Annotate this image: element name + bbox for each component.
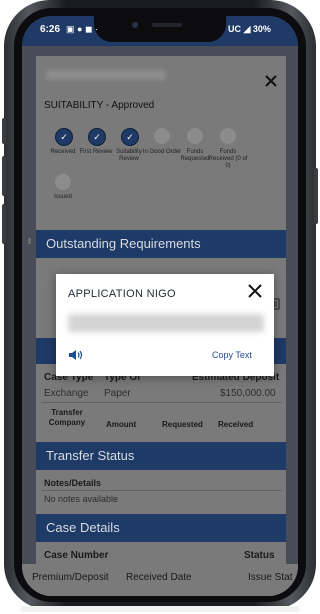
dialog-close-icon[interactable] xyxy=(244,280,266,302)
page-edge-marker xyxy=(28,238,31,244)
cell-case-type: Exchange xyxy=(44,388,89,399)
camera-icon xyxy=(132,22,138,28)
power-button xyxy=(314,168,318,224)
divider xyxy=(42,490,282,491)
speaker-icon[interactable] xyxy=(68,348,84,362)
cell-estimated-deposit: $150,000.00 xyxy=(220,388,276,399)
col-header-premium-deposit: Premium/Deposit xyxy=(32,572,109,583)
volume-up-button xyxy=(2,156,6,196)
suitability-status: SUITABILITY - Approved xyxy=(44,100,155,111)
cell-type-of: Paper xyxy=(104,388,131,399)
col-header-amount: Amount xyxy=(106,420,137,429)
col-header-status: Status xyxy=(244,550,275,561)
col-header-received-date: Received Date xyxy=(126,572,192,583)
col-header-case-number: Case Number xyxy=(44,550,109,561)
step-label: Issued xyxy=(54,194,72,200)
step-issued-icon xyxy=(55,174,71,190)
step-label: Funds Received (0 of 0) xyxy=(208,149,248,169)
device-reflection xyxy=(20,606,300,612)
col-header-requested: Requested xyxy=(162,420,203,429)
volume-down-button xyxy=(2,204,6,244)
mute-switch xyxy=(2,118,6,144)
transfer-status-header[interactable]: Transfer Status xyxy=(36,442,286,470)
blurred-nigo-text xyxy=(68,314,264,332)
notes-value: No notes available xyxy=(44,494,119,504)
status-battery: UC ◢ 30% xyxy=(228,24,271,34)
notes-label: Notes/Details xyxy=(44,478,102,488)
phone-screen: 6:26 ▣ ● ◼ · UC ◢ 30% SUITABILITY - Appr… xyxy=(22,16,298,596)
step-in-good-order-icon xyxy=(154,128,170,144)
copy-text-button[interactable]: Copy Text xyxy=(212,350,252,360)
speaker-grille xyxy=(152,23,182,27)
col-header-issue-status: Issue Stat xyxy=(248,572,293,583)
sheet-close-icon[interactable] xyxy=(264,74,278,88)
step-funds-received-icon xyxy=(220,128,236,144)
dialog-title: APPLICATION NIGO xyxy=(68,288,176,300)
col-header-transfer-company: Transfer Company xyxy=(48,408,86,427)
nigo-dialog: APPLICATION NIGO Copy Text xyxy=(56,274,274,376)
step-suitability-review-icon: ✓ xyxy=(121,128,139,146)
case-details-header[interactable]: Case Details xyxy=(36,514,286,542)
notch xyxy=(94,16,226,42)
notification-icons: ▣ ● ◼ · xyxy=(66,24,98,34)
status-time: 6:26 xyxy=(40,24,61,35)
col-header-received: Received xyxy=(218,420,254,429)
step-funds-requested-icon xyxy=(187,128,203,144)
step-first-review-icon: ✓ xyxy=(88,128,106,146)
step-received-icon: ✓ xyxy=(55,128,73,146)
divider xyxy=(42,402,282,403)
blurred-case-title xyxy=(46,70,166,80)
outstanding-requirements-header[interactable]: Outstanding Requirements xyxy=(36,230,286,258)
